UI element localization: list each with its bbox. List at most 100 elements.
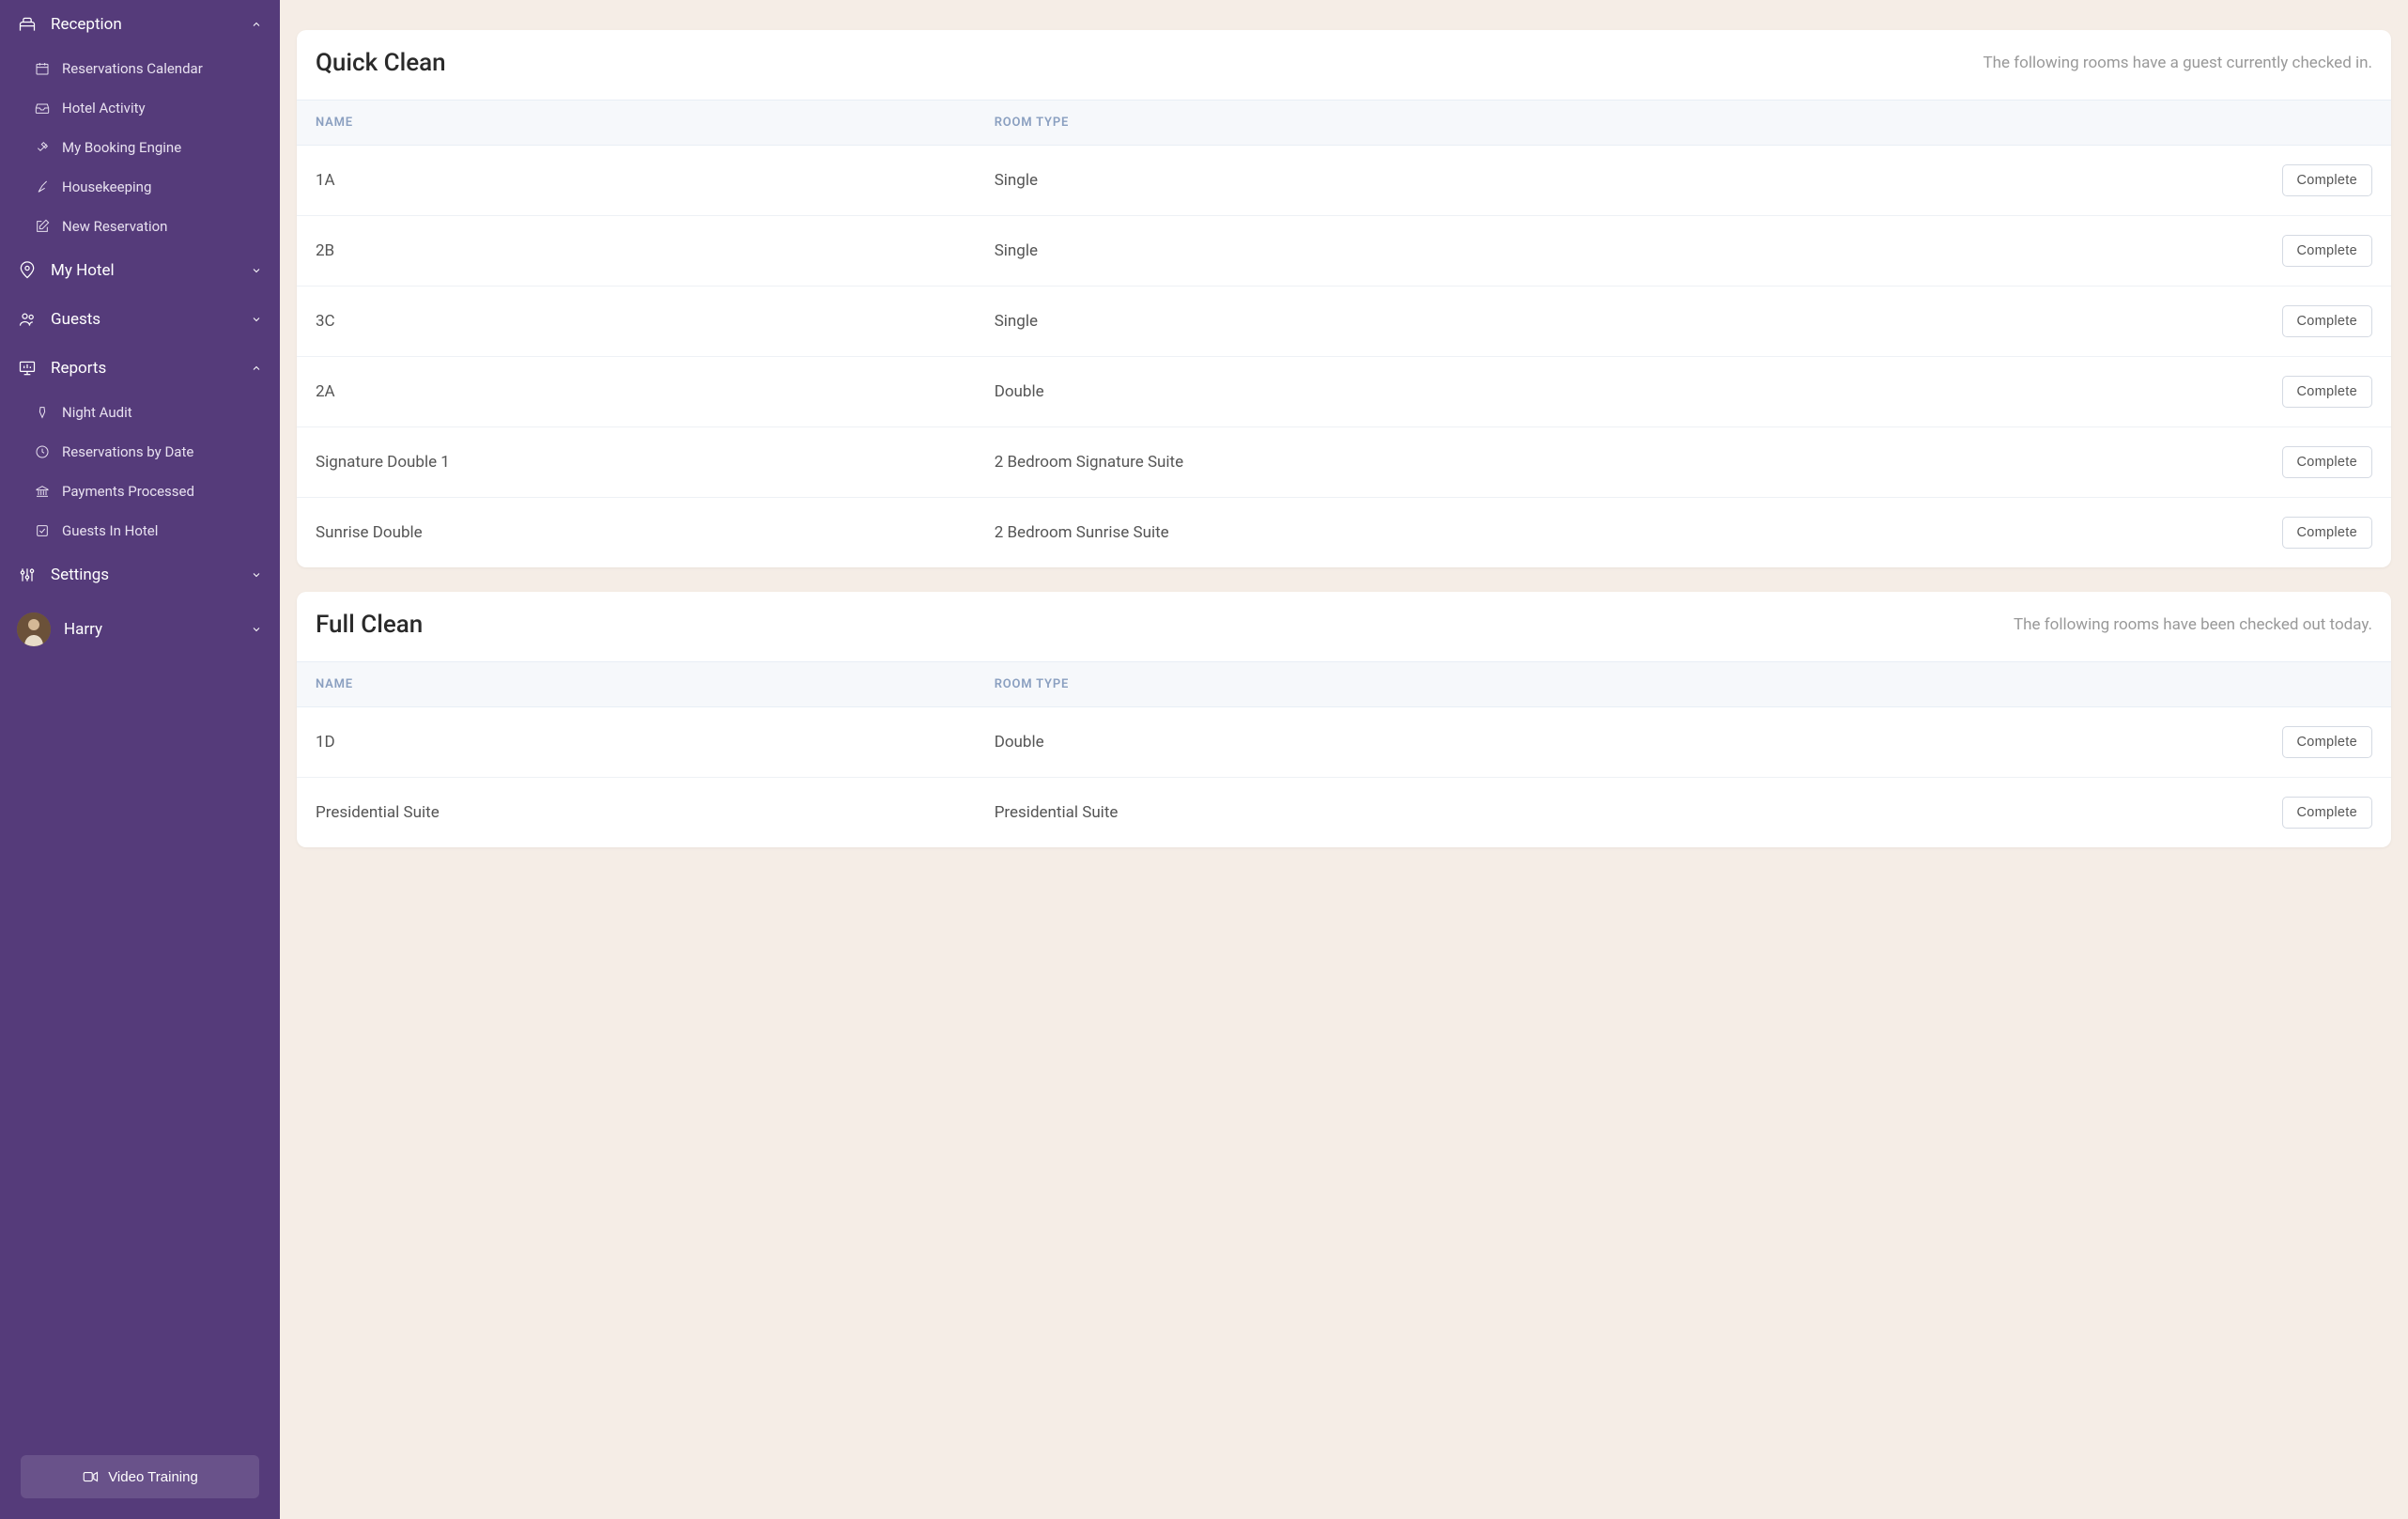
card-title: Full Clean (316, 611, 423, 639)
clock-icon (34, 443, 51, 460)
sidebar-item-label: My Hotel (51, 261, 115, 280)
sidebar-item-guests[interactable]: Guests (0, 295, 280, 344)
sidebar-item-reservations-by-date[interactable]: Reservations by Date (0, 432, 280, 472)
check-square-icon (34, 522, 51, 539)
sidebar-item-reports[interactable]: Reports (0, 344, 280, 393)
sidebar-item-reception[interactable]: Reception (0, 0, 280, 49)
sidebar-item-label: Hotel Activity (62, 100, 146, 116)
broom-icon (34, 178, 51, 195)
sidebar-item-label: Settings (51, 566, 109, 584)
table-header: NAME ROOM TYPE (297, 100, 2391, 146)
sidebar-item-housekeeping[interactable]: Housekeeping (0, 167, 280, 207)
sidebar-bottom: Video Training (0, 1434, 280, 1519)
users-icon (17, 309, 38, 330)
complete-button[interactable]: Complete (2282, 164, 2372, 196)
edit-icon (34, 218, 51, 235)
column-header-name: NAME (316, 677, 995, 691)
card-subtitle: The following rooms have been checked ou… (2014, 615, 2372, 634)
chevron-up-icon (250, 362, 263, 375)
sidebar-item-payments-processed[interactable]: Payments Processed (0, 472, 280, 511)
chevron-down-icon (250, 623, 263, 636)
card-title: Quick Clean (316, 49, 446, 77)
sidebar-item-label: Guests (51, 310, 100, 329)
room-type: 2 Bedroom Signature Suite (995, 453, 2241, 472)
room-name: 2A (316, 382, 995, 401)
table-row: Sunrise Double2 Bedroom Sunrise SuiteCom… (297, 498, 2391, 567)
sidebar-item-my-hotel[interactable]: My Hotel (0, 246, 280, 295)
complete-button[interactable]: Complete (2282, 446, 2372, 478)
video-training-label: Video Training (108, 1469, 198, 1485)
chevron-down-icon (250, 264, 263, 277)
quick-clean-card: Quick Clean The following rooms have a g… (297, 30, 2391, 567)
room-type: Double (995, 733, 2241, 752)
user-name: Harry (64, 620, 102, 639)
sidebar-item-new-reservation[interactable]: New Reservation (0, 207, 280, 246)
room-name: 2B (316, 241, 995, 260)
chevron-up-icon (250, 18, 263, 31)
room-type: Single (995, 241, 2241, 260)
room-name: 3C (316, 312, 995, 331)
sidebar-item-hotel-activity[interactable]: Hotel Activity (0, 88, 280, 128)
complete-button[interactable]: Complete (2282, 726, 2372, 758)
column-header-name: NAME (316, 116, 995, 130)
room-type: Single (995, 312, 2241, 331)
location-icon (17, 260, 38, 281)
chevron-down-icon (250, 568, 263, 581)
presentation-icon (17, 358, 38, 379)
room-name: 1D (316, 733, 995, 752)
room-type: Double (995, 382, 2241, 401)
quick-clean-rows: 1ASingleComplete2BSingleComplete3CSingle… (297, 146, 2391, 567)
calendar-icon (34, 60, 51, 77)
column-header-room-type: ROOM TYPE (995, 116, 2241, 130)
table-row: 1DDouble Complete (297, 707, 2391, 778)
sidebar-item-label: Housekeeping (62, 178, 151, 195)
bed-icon (17, 14, 38, 35)
sliders-icon (17, 565, 38, 585)
sidebar: Reception Reservations Calendar Hotel Ac… (0, 0, 280, 1519)
sidebar-item-label: Reports (51, 359, 106, 378)
table-row: 2BSingle Complete (297, 216, 2391, 287)
sidebar-item-label: New Reservation (62, 218, 167, 235)
room-type: Single (995, 171, 2241, 190)
room-name: Signature Double 1 (316, 453, 995, 472)
card-header: Full Clean The following rooms have been… (297, 592, 2391, 661)
complete-button[interactable]: Complete (2282, 235, 2372, 267)
complete-button[interactable]: Complete (2282, 797, 2372, 829)
room-name: Presidential Suite (316, 803, 995, 822)
sidebar-item-guests-in-hotel[interactable]: Guests In Hotel (0, 511, 280, 550)
table-row: Signature Double 12 Bedroom Signature Su… (297, 427, 2391, 498)
main-content: Quick Clean The following rooms have a g… (280, 0, 2408, 1519)
bank-icon (34, 483, 51, 500)
sidebar-item-label: Reservations Calendar (62, 60, 203, 77)
sidebar-item-night-audit[interactable]: Night Audit (0, 393, 280, 432)
table-row: Presidential SuitePresidential SuiteComp… (297, 778, 2391, 847)
inbox-icon (34, 100, 51, 116)
pin-icon (34, 404, 51, 421)
avatar (17, 612, 51, 646)
sidebar-item-label: Reservations by Date (62, 443, 193, 460)
complete-button[interactable]: Complete (2282, 376, 2372, 408)
video-icon (82, 1468, 99, 1485)
sidebar-item-booking-engine[interactable]: My Booking Engine (0, 128, 280, 167)
sidebar-user[interactable]: Harry (0, 599, 280, 659)
sidebar-item-settings[interactable]: Settings (0, 550, 280, 599)
card-subtitle: The following rooms have a guest current… (1984, 54, 2372, 72)
sidebar-item-label: Payments Processed (62, 483, 194, 500)
rocket-icon (34, 139, 51, 156)
card-header: Quick Clean The following rooms have a g… (297, 30, 2391, 100)
complete-button[interactable]: Complete (2282, 517, 2372, 549)
room-name: 1A (316, 171, 995, 190)
sidebar-item-reservations-calendar[interactable]: Reservations Calendar (0, 49, 280, 88)
full-clean-card: Full Clean The following rooms have been… (297, 592, 2391, 847)
table-header: NAME ROOM TYPE (297, 661, 2391, 707)
sidebar-item-label: Night Audit (62, 404, 132, 421)
table-row: 3CSingle Complete (297, 287, 2391, 357)
video-training-button[interactable]: Video Training (21, 1455, 259, 1498)
complete-button[interactable]: Complete (2282, 305, 2372, 337)
chevron-down-icon (250, 313, 263, 326)
sidebar-item-label: My Booking Engine (62, 139, 181, 156)
column-header-room-type: ROOM TYPE (995, 677, 2241, 691)
full-clean-rows: 1DDoubleCompletePresidential SuitePresid… (297, 707, 2391, 847)
table-row: 1ASingle Complete (297, 146, 2391, 216)
room-type: 2 Bedroom Sunrise Suite (995, 523, 2241, 542)
